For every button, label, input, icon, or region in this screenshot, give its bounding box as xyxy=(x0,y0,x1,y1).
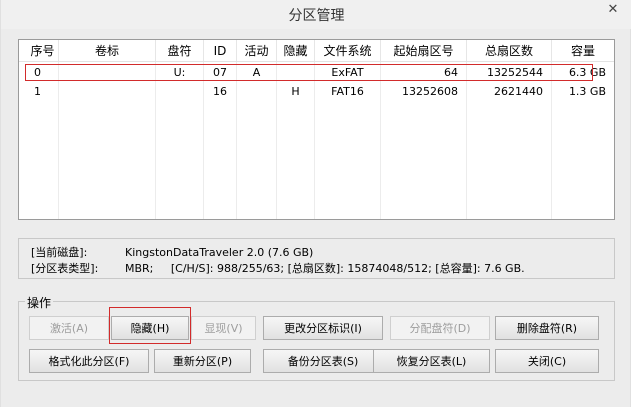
format-partition-button[interactable]: 格式化此分区(F) xyxy=(29,349,149,373)
cell-label xyxy=(59,83,156,100)
table-row[interactable]: 0 U: 07 A ExFAT 64 13252544 6.3 GB xyxy=(19,64,614,81)
column-header-label[interactable]: 卷标 xyxy=(59,40,156,61)
cell-start-sector: 64 xyxy=(381,64,467,81)
partition-table[interactable]: 序号 卷标 盘符 ID 活动 隐藏 文件系统 起始扇区号 总扇区数 容量 0 U… xyxy=(18,39,615,220)
cell-id: 07 xyxy=(204,64,237,81)
remove-drive-letter-button[interactable]: 删除盘符(R) xyxy=(495,316,599,340)
column-header-active[interactable]: 活动 xyxy=(237,40,277,61)
current-disk-line: [当前磁盘]: KingstonDataTraveler 2.0 (7.6 GB) xyxy=(31,244,313,260)
cell-hidden: H xyxy=(277,83,315,100)
change-partition-id-button[interactable]: 更改分区标识(I) xyxy=(263,316,383,340)
column-divider xyxy=(236,62,237,219)
repartition-button[interactable]: 重新分区(P) xyxy=(154,349,251,373)
column-header-total-sectors[interactable]: 总扇区数 xyxy=(467,40,552,61)
cell-active: A xyxy=(237,64,277,81)
close-button[interactable]: 关闭(C) xyxy=(495,349,599,373)
restore-partition-table-button[interactable]: 恢复分区表(L) xyxy=(373,349,490,373)
partition-table-type-label: [分区表类型]: xyxy=(31,262,99,275)
column-header-hidden[interactable]: 隐藏 xyxy=(277,40,315,61)
cell-filesystem: FAT16 xyxy=(315,83,381,100)
column-divider xyxy=(314,62,315,219)
cell-label xyxy=(59,64,156,81)
cell-id: 16 xyxy=(204,83,237,100)
partition-manager-window: 分区管理 ✕ 序号 卷标 盘符 ID 活动 隐藏 文件系统 起始扇区号 总扇区数… xyxy=(0,0,631,407)
operations-legend: 操作 xyxy=(25,294,54,311)
column-header-capacity[interactable]: 容量 xyxy=(552,40,614,61)
column-divider xyxy=(551,62,552,219)
cell-index: 1 xyxy=(19,83,59,100)
assign-drive-letter-button[interactable]: 分配盘符(D) xyxy=(390,316,490,340)
partition-table-type-line: [分区表类型]: MBR; [C/H/S]: 988/255/63; [总扇区数]… xyxy=(31,260,525,276)
column-header-id[interactable]: ID xyxy=(204,40,237,61)
cell-drive: U: xyxy=(156,64,204,81)
disk-info-panel: [当前磁盘]: KingstonDataTraveler 2.0 (7.6 GB)… xyxy=(18,238,615,279)
column-header-index[interactable]: 序号 xyxy=(19,40,59,61)
current-disk-label: [当前磁盘]: xyxy=(31,246,88,259)
cell-index: 0 xyxy=(19,64,59,81)
hide-button[interactable]: 隐藏(H) xyxy=(111,316,189,340)
column-divider xyxy=(58,62,59,219)
cell-capacity: 6.3 GB xyxy=(568,66,606,79)
cell-start-sector: 13252608 xyxy=(381,83,467,100)
cell-total-sectors: 2621440 xyxy=(467,83,552,100)
title-bar: 分区管理 ✕ xyxy=(1,0,631,29)
cell-total-sectors: 13252544 xyxy=(467,64,552,81)
show-button[interactable]: 显现(V) xyxy=(191,316,256,340)
column-divider xyxy=(155,62,156,219)
current-disk-value: KingstonDataTraveler 2.0 (7.6 GB) xyxy=(125,246,314,259)
cell-capacity: 1.3 GB xyxy=(568,85,606,98)
column-divider xyxy=(203,62,204,219)
column-header-start-sector[interactable]: 起始扇区号 xyxy=(381,40,467,61)
column-divider xyxy=(380,62,381,219)
close-icon[interactable]: ✕ xyxy=(600,0,626,20)
partition-table-type-value: MBR; [C/H/S]: 988/255/63; [总扇区数]: 158740… xyxy=(125,262,525,275)
table-row[interactable]: 1 16 H FAT16 13252608 2621440 1.3 GB xyxy=(19,83,614,100)
column-header-drive[interactable]: 盘符 xyxy=(156,40,204,61)
cell-active xyxy=(237,83,277,100)
column-divider xyxy=(276,62,277,219)
activate-button[interactable]: 激活(A) xyxy=(29,316,109,340)
cell-hidden xyxy=(277,64,315,81)
backup-partition-table-button[interactable]: 备份分区表(S) xyxy=(263,349,383,373)
window-title: 分区管理 xyxy=(288,8,345,24)
cell-filesystem: ExFAT xyxy=(315,64,381,81)
cell-drive xyxy=(156,83,204,100)
column-header-filesystem[interactable]: 文件系统 xyxy=(315,40,381,61)
column-divider xyxy=(466,62,467,219)
table-header: 序号 卷标 盘符 ID 活动 隐藏 文件系统 起始扇区号 总扇区数 容量 xyxy=(19,40,614,62)
